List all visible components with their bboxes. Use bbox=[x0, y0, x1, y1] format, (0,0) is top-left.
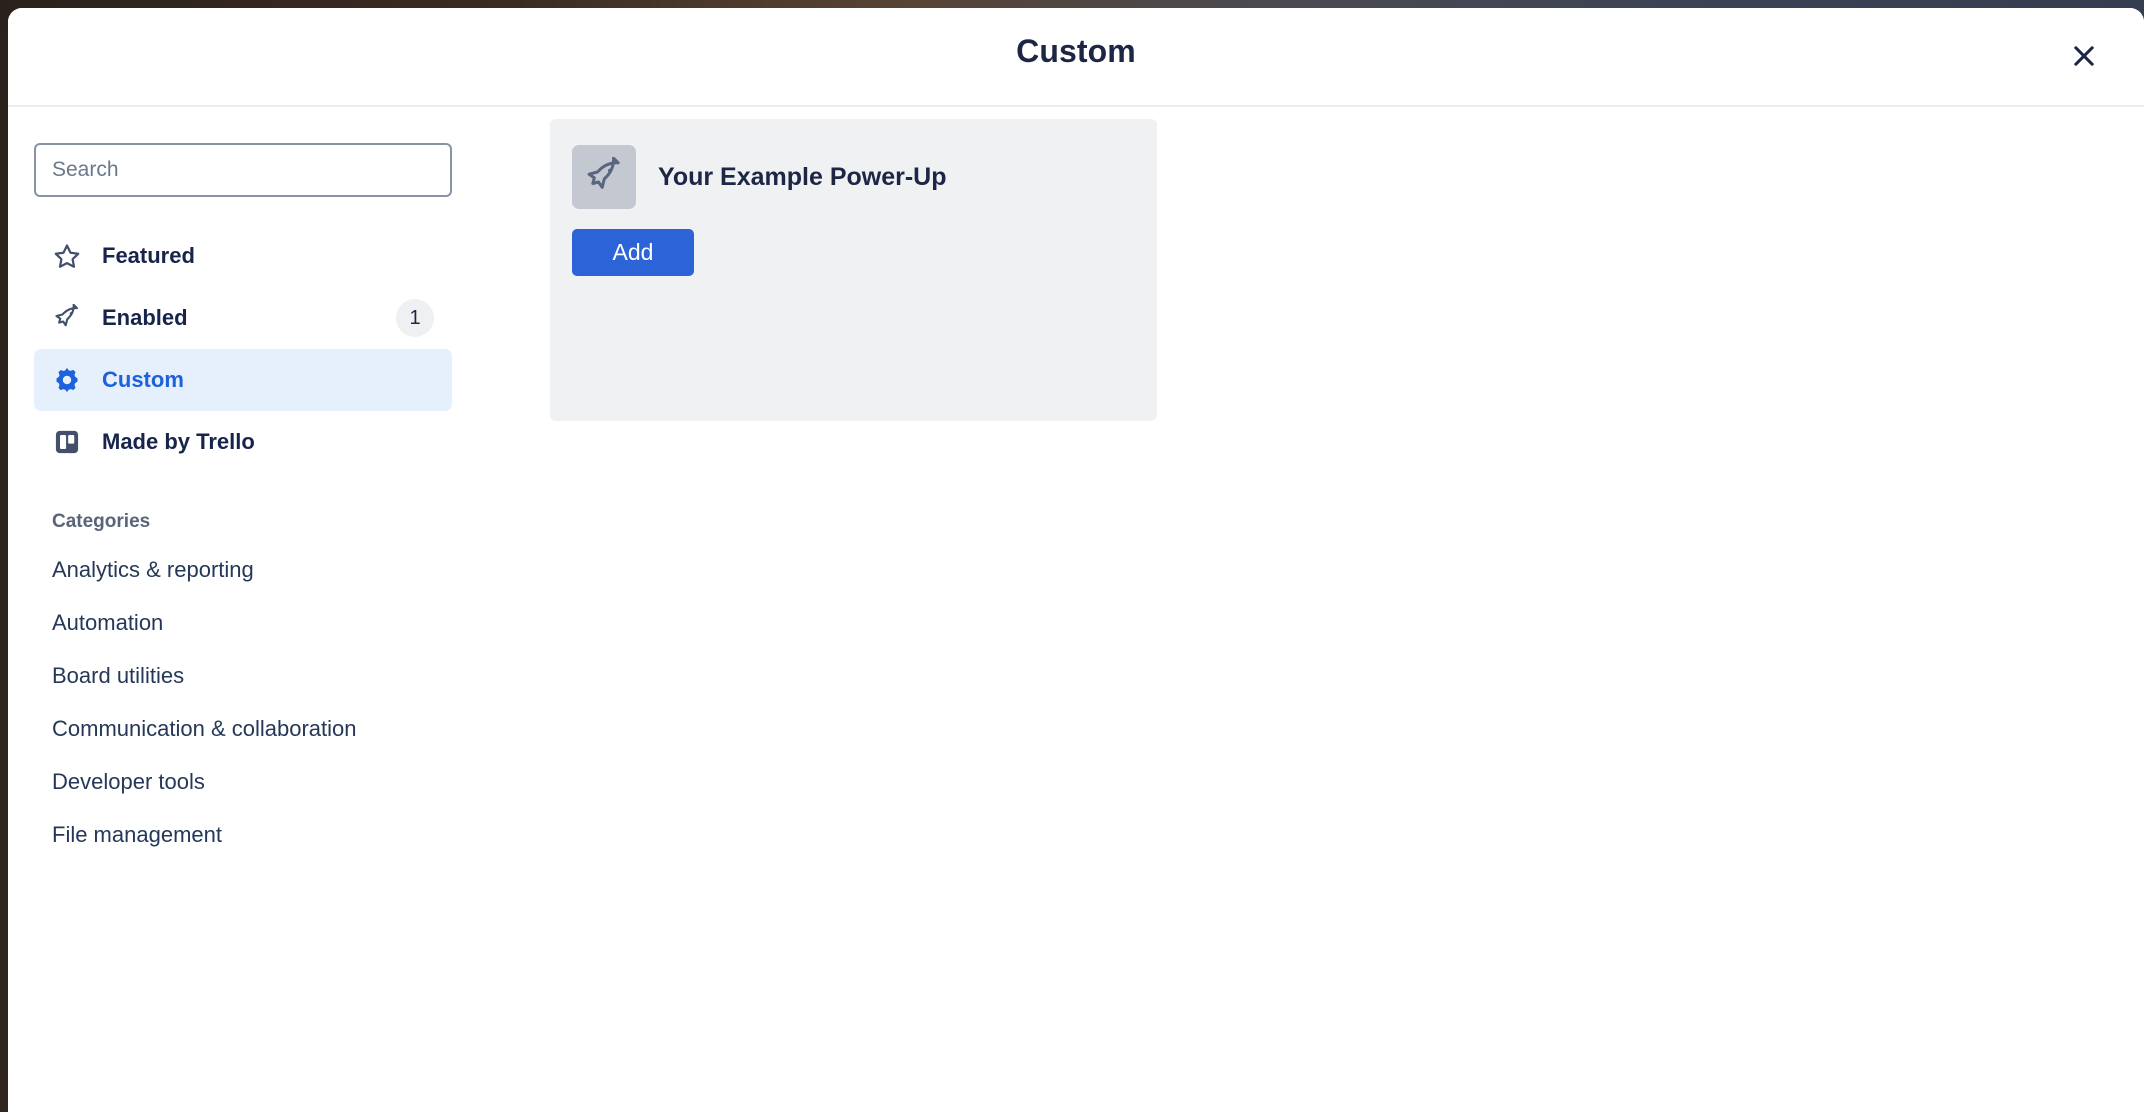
close-button[interactable] bbox=[2060, 32, 2108, 80]
sidebar-nav-list: Featured Enabled 1 Custom Made by Trello bbox=[34, 225, 452, 473]
category-item-board-utilities[interactable]: Board utilities bbox=[34, 649, 452, 702]
sidebar: Featured Enabled 1 bbox=[8, 107, 478, 861]
category-item-developer-tools[interactable]: Developer tools bbox=[34, 755, 452, 808]
modal-body: Featured Enabled 1 bbox=[8, 107, 2144, 1112]
power-up-card[interactable]: Your Example Power-Up Add bbox=[550, 119, 1157, 421]
search-input[interactable] bbox=[34, 143, 452, 197]
status-badge: 1 bbox=[396, 299, 434, 337]
categories-header: Categories bbox=[52, 511, 151, 532]
sidebar-item-label: Made by Trello bbox=[102, 429, 255, 454]
category-item-analytics-reporting[interactable]: Analytics & reporting bbox=[34, 543, 452, 596]
sidebar-item-label: Custom bbox=[102, 367, 184, 392]
modal-header: Custom bbox=[8, 8, 2144, 107]
power-ups-modal: Custom Featured bbox=[8, 8, 2144, 1112]
gear-icon bbox=[52, 365, 82, 395]
category-list: Analytics & reporting Automation Board u… bbox=[34, 543, 452, 861]
close-icon bbox=[2070, 42, 2098, 70]
power-up-name: Your Example Power-Up bbox=[658, 162, 947, 191]
sidebar-item-enabled[interactable]: Enabled 1 bbox=[34, 287, 452, 349]
power-up-grid: Your Example Power-Up Add bbox=[550, 119, 2144, 421]
sidebar-item-featured[interactable]: Featured bbox=[34, 225, 452, 287]
page-title: Custom bbox=[1016, 33, 1136, 69]
rocket-icon bbox=[572, 145, 636, 209]
add-power-up-button[interactable]: Add bbox=[572, 229, 694, 276]
category-item-automation[interactable]: Automation bbox=[34, 596, 452, 649]
power-up-header: Your Example Power-Up bbox=[572, 145, 1135, 209]
sidebar-item-label: Featured bbox=[102, 243, 195, 268]
rocket-icon bbox=[52, 303, 82, 333]
category-item-communication-collaboration[interactable]: Communication & collaboration bbox=[34, 702, 452, 755]
sidebar-item-made-by-trello[interactable]: Made by Trello bbox=[34, 411, 452, 473]
main-content: Your Example Power-Up Add bbox=[478, 107, 2144, 421]
trello-board-icon bbox=[52, 427, 82, 457]
category-item-file-management[interactable]: File management bbox=[34, 808, 452, 861]
sidebar-item-label: Enabled bbox=[102, 305, 188, 330]
sidebar-item-custom[interactable]: Custom bbox=[34, 349, 452, 411]
star-icon bbox=[52, 241, 82, 271]
